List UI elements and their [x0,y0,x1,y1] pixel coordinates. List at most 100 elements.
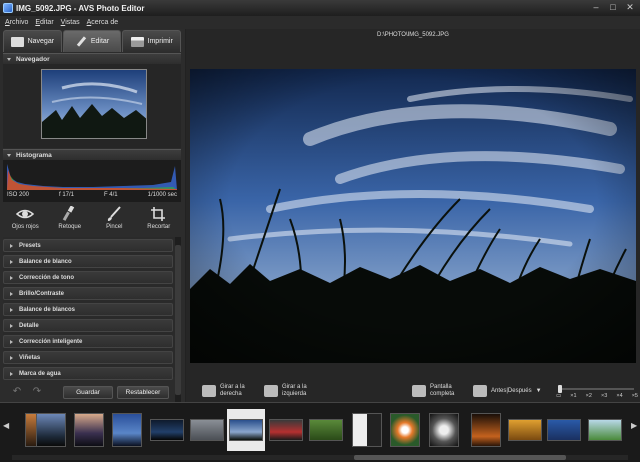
title-bar: IMG_5092.JPG - AVS Photo Editor – □ ✕ [0,0,640,16]
adjust-balance-blancos[interactable]: Balance de blancos [3,303,173,316]
adjust-marca-agua[interactable]: Marca de agua [3,367,173,380]
photo-canvas[interactable] [190,69,636,363]
menu-acerca[interactable]: Acerca de [87,19,119,26]
zoom-level[interactable]: ×3 [601,393,607,399]
expand-arrow-icon [10,355,13,360]
folder-icon [10,36,24,47]
adjust-label: Presets [19,242,41,249]
tab-imprimir[interactable]: Imprimir [122,30,182,52]
expand-arrow-icon [10,291,13,296]
tool-crop[interactable]: Recortar [139,206,179,230]
tool-label: Pincel [106,224,123,230]
app-window: IMG_5092.JPG - AVS Photo Editor – □ ✕ Ar… [0,0,640,462]
zoom-track[interactable] [558,388,634,390]
expand-arrow-icon [10,339,13,344]
adjust-detalle[interactable]: Detalle [3,319,173,332]
shutter-value: 1/1000 sec [147,192,177,198]
tab-editar[interactable]: Editar [62,30,122,52]
scrollbar-thumb[interactable] [354,455,566,460]
before-after-button[interactable]: Antes|Después ▼ [473,385,542,397]
close-icon[interactable]: ✕ [623,2,637,13]
filmstrip-thumb[interactable] [386,409,424,451]
rotate-left-button[interactable]: Girar a la izquierda [264,384,322,398]
filmstrip-thumb[interactable] [348,409,386,451]
left-panel: Navegar Editar Imprimir Navegador Histog… [0,29,185,405]
expand-arrow-icon [10,307,13,312]
histogram-title: Histograma [16,151,52,159]
before-after-label: Antes|Después [491,387,532,394]
tab-label: Imprimir [147,38,173,45]
rotate-right-icon [202,385,216,397]
expand-arrow-icon [10,371,13,376]
tool-red-eye[interactable]: Ojos rojos [5,206,45,230]
tool-paintbrush[interactable]: Pincel [94,206,134,230]
printer-icon [130,36,144,47]
main-area: D:\PHOTO\IMG_5092.JPG Girar a la derecha… [186,29,640,402]
window-title: IMG_5092.JPG - AVS Photo Editor [16,3,145,13]
brush-retouch-icon [62,206,74,221]
filmstrip-right-arrow-icon[interactable]: ▶ [631,421,637,431]
histogram-graph [7,164,177,190]
pencil-icon [75,36,87,48]
zoom-level[interactable]: ×5 [632,393,638,399]
navigator-thumbnail[interactable] [41,69,147,139]
adjust-correccion-tono[interactable]: Corrección de tono [3,271,173,284]
redo-icon[interactable]: ↷ [29,387,45,397]
minimize-icon[interactable]: – [589,2,603,13]
filmstrip-thumb[interactable] [545,409,583,451]
adjust-brillo-contraste[interactable]: Brillo/Contraste [3,287,173,300]
tool-label: Ojos rojos [11,224,39,230]
filmstrip-thumb[interactable] [586,409,624,451]
adjust-label: Balance de blancos [19,306,76,313]
rotate-right-button[interactable]: Girar a la derecha [202,384,260,398]
histogram-header[interactable]: Histograma [3,149,181,160]
filmstrip-thumb[interactable] [467,409,505,451]
filmstrip-thumb[interactable] [70,409,108,451]
navigator-title: Navegador [16,55,50,63]
zoom-knob[interactable] [558,385,562,393]
filmstrip-thumb[interactable] [425,409,463,451]
zoom-level[interactable]: ×1 [570,393,576,399]
filmstrip-thumb[interactable] [108,409,146,451]
navigator-header[interactable]: Navegador [3,53,181,64]
adjust-balance-blanco[interactable]: Balance de blanco [3,255,173,268]
maximize-icon[interactable]: □ [606,2,620,13]
adjust-correccion-inteligente[interactable]: Corrección inteligente [3,335,173,348]
filmstrip-thumb[interactable] [32,409,70,451]
filmstrip-thumb[interactable] [188,409,226,451]
filmstrip-thumb[interactable] [307,409,345,451]
adjust-presets[interactable]: Presets [3,239,173,252]
filmstrip-thumbnails [12,407,628,451]
adjust-vinetas[interactable]: Viñetas [3,351,173,364]
menu-archivo[interactable]: Archivo [5,19,28,26]
tools-row: Ojos rojos Retoque Pincel Recortar [3,203,181,236]
zoom-level[interactable]: ×4 [616,393,622,399]
zoom-level[interactable]: ×2 [586,393,592,399]
iso-value: ISO 200 [7,192,30,198]
aperture-value: f 17/1 [58,192,74,198]
menu-vistas[interactable]: Vistas [61,19,80,26]
adjustments-scrollbar[interactable] [175,237,181,405]
fit-icon[interactable]: ▭ [556,393,561,399]
save-button[interactable]: Guardar [63,385,113,399]
adjust-label: Corrección de tono [19,274,75,281]
expand-arrow-icon [10,259,13,264]
photo-image [190,69,636,363]
fullscreen-button[interactable]: Pantalla completa [412,384,460,398]
filmstrip-thumb[interactable] [267,409,305,451]
filmstrip-thumb[interactable] [148,409,186,451]
fullscreen-label: Pantalla completa [430,384,455,397]
zoom-slider[interactable]: ▭ ×1 ×2 ×3 ×4 ×5 [556,385,638,401]
filmstrip-thumb-selected[interactable] [227,409,265,451]
tool-retouch[interactable]: Retoque [50,206,90,230]
undo-icon[interactable]: ↶ [9,387,25,397]
adjust-label: Corrección inteligente [19,338,83,345]
tab-navegar[interactable]: Navegar [3,30,62,52]
filmstrip-left-arrow-icon[interactable]: ◀ [3,421,9,431]
reset-button[interactable]: Restablecer [117,385,169,399]
rotate-right-label: Girar a la derecha [220,384,245,397]
filmstrip-scrollbar[interactable] [12,455,628,460]
filmstrip-thumb[interactable] [506,409,544,451]
scrollbar-thumb[interactable] [175,245,181,395]
menu-editar[interactable]: Editar [35,19,53,26]
